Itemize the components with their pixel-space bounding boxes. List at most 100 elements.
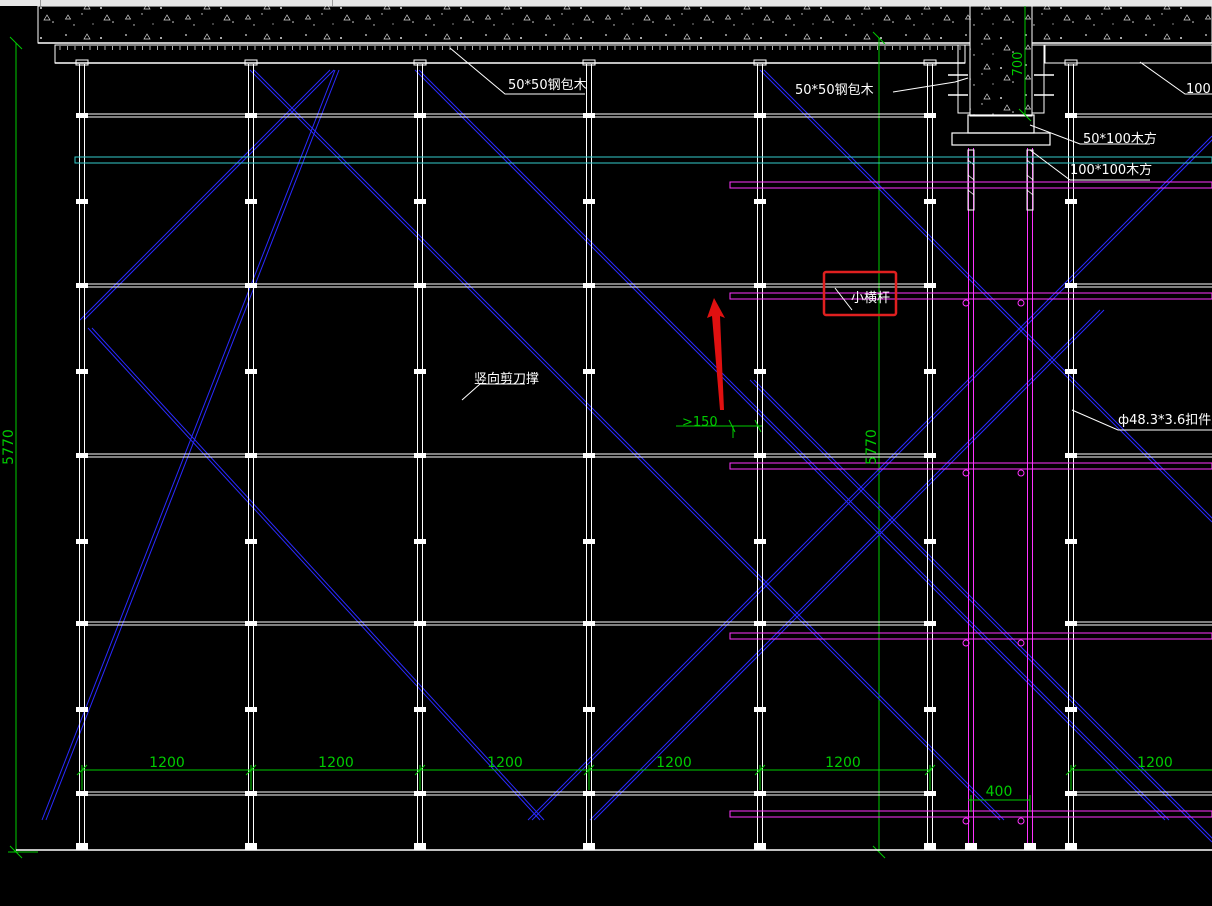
label-wood-100x100: 100*100木方: [1070, 162, 1152, 178]
coupler: [1065, 369, 1077, 374]
bay-label: 1200: [825, 755, 861, 771]
coupler: [583, 283, 595, 288]
red-arrow: [707, 298, 725, 410]
scaffold-elevation-drawing: 1200 1200 1200 1200 1200 1200 400 5770 5…: [1, 5, 1212, 859]
support-crossbar: [729, 292, 1212, 300]
pole-base: [583, 843, 595, 850]
coupler: [76, 369, 88, 374]
coupler: [583, 113, 595, 118]
coupler: [583, 707, 595, 712]
label-small-crossbar: 小横杆: [851, 291, 890, 306]
coupler: [1065, 791, 1077, 796]
pole-base: [414, 843, 426, 850]
coupler: [754, 621, 766, 626]
coupler: [76, 453, 88, 458]
coupler: [76, 113, 88, 118]
pole-base: [1065, 843, 1077, 850]
coupler: [414, 113, 426, 118]
coupler: [245, 369, 257, 374]
coupler: [414, 539, 426, 544]
coupler: [583, 539, 595, 544]
bracing-line: [79, 69, 331, 321]
coupler: [924, 791, 936, 796]
coupler: [754, 283, 766, 288]
beam-side-form-right: [1031, 44, 1045, 114]
coupler: [414, 369, 426, 374]
coupler: [924, 369, 936, 374]
coupler: [1065, 199, 1077, 204]
bracing-line: [91, 327, 545, 821]
bay-label-right: 1200: [1137, 755, 1173, 771]
beam-support-frame: [729, 148, 1212, 850]
coupler: [583, 621, 595, 626]
coupler: [583, 791, 595, 796]
support-crossbar: [729, 181, 1212, 189]
coupler: [924, 707, 936, 712]
beam-bottom-wood-lower: [951, 132, 1051, 146]
bay-label: 1200: [149, 755, 185, 771]
coupler: [76, 539, 88, 544]
label-steel-wood-1: 50*50钢包木: [508, 78, 587, 93]
bay-dimension-ticks: [76, 764, 1077, 790]
coupler: [1065, 113, 1077, 118]
coupler: [754, 369, 766, 374]
coupler: [245, 707, 257, 712]
coupler: [754, 453, 766, 458]
board-hatch: [59, 46, 961, 50]
coupler: [76, 621, 88, 626]
pole-base: [245, 843, 257, 850]
gap-label: >150: [682, 415, 718, 430]
bay-label: 1200: [656, 755, 692, 771]
beam-bottom-wood: [967, 114, 1035, 134]
bracing-line: [87, 327, 541, 821]
support-base: [965, 843, 977, 850]
coupler: [924, 113, 936, 118]
leader-lines: [449, 47, 1212, 431]
label-pole-spec: ф48.3*3.6扣件立杆: [1118, 413, 1212, 428]
coupler: [414, 791, 426, 796]
support-base: [1024, 843, 1036, 850]
coupler: [754, 539, 766, 544]
coupler: [245, 199, 257, 204]
coupler: [76, 791, 88, 796]
support-coupler: [1017, 817, 1025, 825]
coupler: [583, 453, 595, 458]
height-label-left: 5770: [1, 429, 17, 465]
bracing-line: [45, 69, 340, 821]
coupler: [245, 113, 257, 118]
coupler: [1065, 621, 1077, 626]
coupler: [245, 283, 257, 288]
scissor-bracing: [41, 69, 1212, 843]
pole-base: [924, 843, 936, 850]
coupler: [245, 621, 257, 626]
beam-depth-label: 700: [1011, 52, 1026, 77]
pole-base: [754, 843, 766, 850]
coupler: [754, 707, 766, 712]
coupler: [583, 199, 595, 204]
label-steel-wood-2: 50*50钢包木: [795, 83, 874, 98]
coupler: [924, 283, 936, 288]
label-wood-50x100: 50*100木方: [1083, 131, 1157, 147]
support-width-label: 400: [986, 784, 1013, 800]
support-coupler: [1017, 469, 1025, 477]
cad-drawing-canvas[interactable]: 1200 1200 1200 1200 1200 1200 400 5770 5…: [0, 5, 1212, 902]
coupler: [1065, 283, 1077, 288]
coupler: [754, 113, 766, 118]
label-right-top: 100: [1186, 82, 1211, 97]
height-label-mid: 5770: [864, 429, 880, 465]
coupler: [1065, 539, 1077, 544]
coupler: [414, 621, 426, 626]
support-coupler: [1017, 639, 1025, 647]
coupler: [924, 199, 936, 204]
bay-label: 1200: [487, 755, 523, 771]
coupler: [414, 707, 426, 712]
label-vertical-bracing: 竖向剪刀撑: [474, 371, 539, 387]
pole-base: [76, 843, 88, 850]
coupler: [1065, 707, 1077, 712]
coupler: [414, 283, 426, 288]
coupler: [583, 369, 595, 374]
coupler: [414, 199, 426, 204]
bracing-line: [589, 309, 1101, 821]
coupler: [245, 539, 257, 544]
support-crossbar: [729, 632, 1212, 640]
